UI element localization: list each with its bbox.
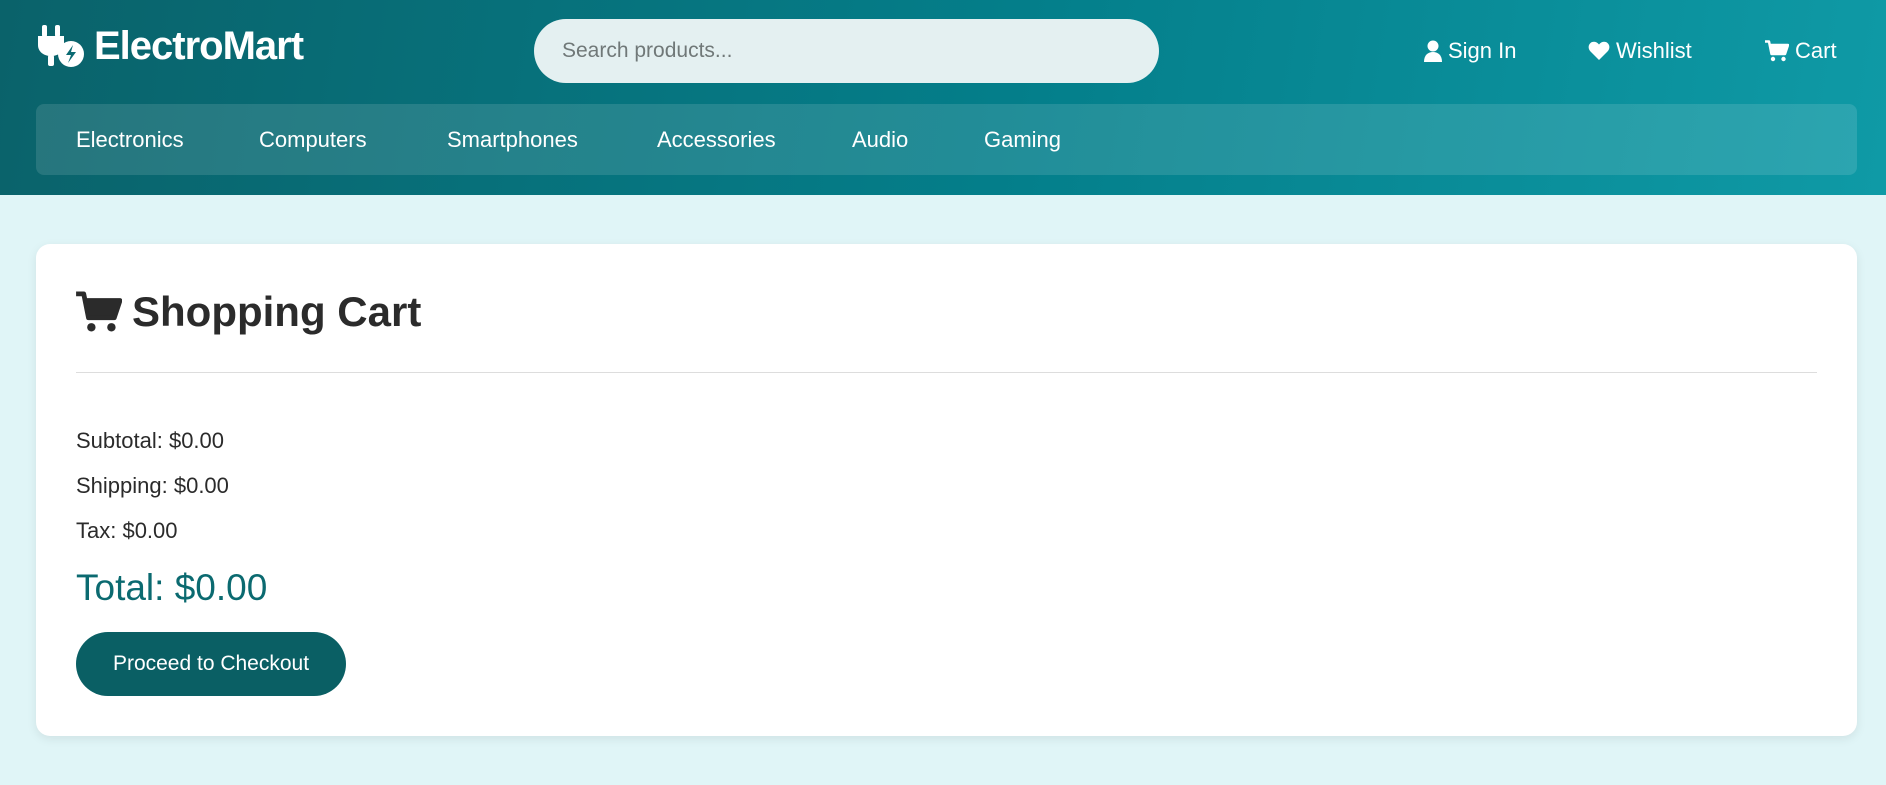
nav-item-audio[interactable]: Audio: [852, 104, 908, 175]
total-text: Total: $0.00: [76, 567, 268, 608]
site-header: ElectroMart Sign In Wishlist Cart Electr…: [0, 0, 1886, 195]
tax-text: Tax: $0.00: [76, 518, 178, 543]
nav-item-electronics[interactable]: Electronics: [76, 104, 184, 175]
proceed-to-checkout-button[interactable]: Proceed to Checkout: [76, 632, 346, 696]
shipping-text: Shipping: $0.00: [76, 473, 229, 498]
divider: [76, 372, 1817, 373]
nav-item-gaming[interactable]: Gaming: [984, 104, 1061, 175]
plug-bolt-icon: [38, 25, 84, 67]
search-input[interactable]: [534, 19, 1159, 83]
wishlist-link[interactable]: Wishlist: [1588, 33, 1692, 69]
subtotal-text: Subtotal: $0.00: [76, 428, 225, 453]
cart-icon: [76, 291, 122, 332]
user-icon: [1424, 40, 1442, 62]
cart-label: Cart: [1795, 38, 1837, 63]
cart-heading: Shopping Cart: [76, 282, 421, 342]
category-nav: Electronics Computers Smartphones Access…: [36, 104, 1857, 175]
sign-in-label: Sign In: [1448, 38, 1517, 63]
nav-item-computers[interactable]: Computers: [259, 104, 367, 175]
page-title: Shopping Cart: [132, 288, 422, 335]
cart-link[interactable]: Cart: [1765, 33, 1837, 69]
brand-name: ElectroMart: [94, 23, 304, 68]
heart-icon: [1588, 41, 1610, 60]
brand-logo[interactable]: ElectroMart: [36, 22, 304, 70]
nav-item-accessories[interactable]: Accessories: [657, 104, 776, 175]
sign-in-link[interactable]: Sign In: [1424, 33, 1517, 69]
wishlist-label: Wishlist: [1616, 38, 1692, 63]
cart-card: Shopping Cart Subtotal: $0.00 Shipping: …: [36, 244, 1857, 736]
cart-icon: [1765, 40, 1789, 62]
nav-item-smartphones[interactable]: Smartphones: [447, 104, 578, 175]
